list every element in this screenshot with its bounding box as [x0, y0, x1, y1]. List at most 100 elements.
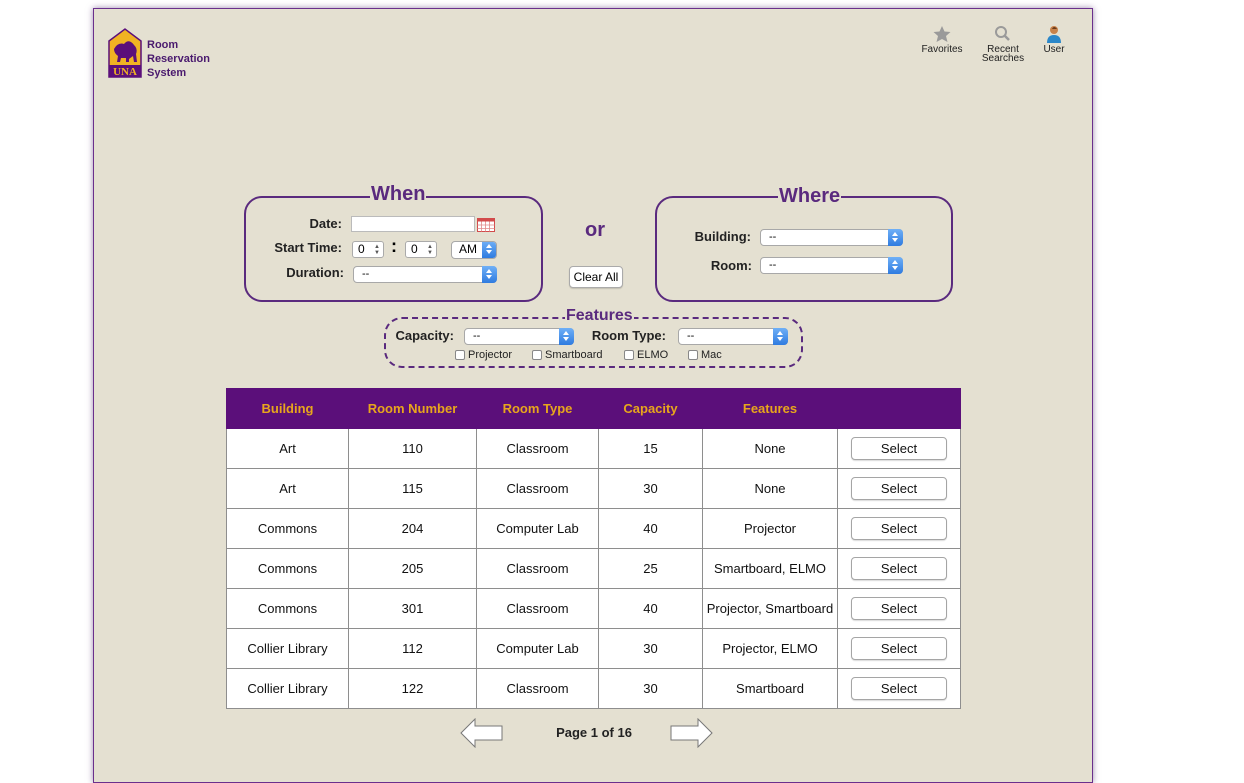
cell-room-type: Classroom	[476, 668, 599, 709]
cell-room-number: 122	[348, 668, 477, 709]
checkbox-box[interactable]	[688, 350, 698, 360]
clear-all-button[interactable]: Clear All	[569, 266, 623, 288]
select-button[interactable]: Select	[851, 437, 947, 460]
cell-building: Commons	[226, 588, 349, 629]
cell-capacity: 15	[598, 428, 703, 469]
app-title-line-2: Reservation	[147, 53, 210, 65]
cell-room-number: 301	[348, 588, 477, 629]
cell-room-number: 204	[348, 508, 477, 549]
cell-building: Art	[226, 428, 349, 469]
select-arrows-icon	[888, 257, 903, 274]
room-type-value: --	[687, 330, 695, 342]
cell-building: Collier Library	[226, 668, 349, 709]
cell-features: Projector, ELMO	[702, 628, 838, 669]
recent-searches-link[interactable]: Recent Searches	[978, 25, 1028, 64]
select-button[interactable]: Select	[851, 517, 947, 540]
select-button[interactable]: Select	[851, 597, 947, 620]
capacity-value: --	[473, 330, 481, 342]
cell-features: Smartboard	[702, 668, 838, 709]
building-select[interactable]: --	[760, 229, 903, 246]
results-table: Building Room Number Room Type Capacity …	[226, 388, 961, 709]
user-label: User	[1043, 44, 1065, 55]
stepper-arrows-icon: ▲ ▼	[427, 244, 433, 256]
cell-action: Select	[837, 428, 961, 469]
cell-room-type: Computer Lab	[476, 508, 599, 549]
table-header-row: Building Room Number Room Type Capacity …	[226, 388, 961, 429]
stepper-arrows-icon: ▲ ▼	[374, 244, 380, 256]
cell-capacity: 30	[598, 668, 703, 709]
cell-capacity: 25	[598, 548, 703, 589]
cell-room-number: 112	[348, 628, 477, 669]
time-separator: :	[391, 236, 397, 256]
cell-capacity: 30	[598, 468, 703, 509]
elmo-label: ELMO	[637, 349, 669, 361]
cell-building: Commons	[226, 508, 349, 549]
or-label: or	[585, 219, 605, 241]
duration-select[interactable]: --	[353, 266, 497, 283]
cell-action: Select	[837, 548, 961, 589]
cell-features: None	[702, 468, 838, 509]
select-button[interactable]: Select	[851, 557, 947, 580]
cell-features: None	[702, 428, 838, 469]
room-select[interactable]: --	[760, 257, 903, 274]
table-row: Art 115 Classroom 30 None Select	[226, 468, 961, 509]
cell-capacity: 40	[598, 508, 703, 549]
checkbox-box[interactable]	[624, 350, 634, 360]
checkbox-box[interactable]	[532, 350, 542, 360]
table-row: Collier Library 122 Classroom 30 Smartbo…	[226, 668, 961, 709]
mac-label: Mac	[701, 349, 722, 361]
una-logo: UNA	[107, 27, 143, 79]
table-row: Collier Library 112 Computer Lab 30 Proj…	[226, 628, 961, 669]
features-legend: Features	[565, 307, 634, 325]
favorites-label: Favorites	[921, 44, 963, 55]
cell-features: Projector	[702, 508, 838, 549]
minute-value: 0	[411, 242, 418, 256]
capacity-select[interactable]: --	[464, 328, 574, 345]
select-button[interactable]: Select	[851, 677, 947, 700]
cell-room-type: Classroom	[476, 468, 599, 509]
cell-action: Select	[837, 588, 961, 629]
elmo-checkbox[interactable]: ELMO	[624, 349, 668, 362]
building-label: Building:	[694, 229, 751, 244]
magnifier-icon	[995, 26, 1010, 41]
recent-label-line-2: Searches	[981, 53, 1025, 64]
select-arrows-icon	[482, 242, 496, 258]
smartboard-checkbox[interactable]: Smartboard	[532, 349, 602, 362]
date-input[interactable]	[351, 216, 475, 232]
cell-features: Smartboard, ELMO	[702, 548, 838, 589]
duration-value: --	[362, 268, 370, 280]
duration-label: Duration:	[286, 265, 344, 280]
column-header-features: Features	[702, 388, 838, 429]
cell-room-number: 110	[348, 428, 477, 469]
hour-stepper[interactable]: 0 ▲ ▼	[352, 241, 384, 258]
ampm-select[interactable]: AM	[451, 241, 497, 259]
projector-checkbox[interactable]: Projector	[455, 349, 512, 362]
column-header-building: Building	[226, 388, 349, 429]
app-title-line-3: System	[147, 67, 187, 79]
cell-room-type: Computer Lab	[476, 628, 599, 669]
cell-action: Select	[837, 508, 961, 549]
select-button[interactable]: Select	[851, 477, 947, 500]
column-header-action	[837, 388, 961, 429]
cell-room-type: Classroom	[476, 428, 599, 469]
table-row: Commons 301 Classroom 40 Projector, Smar…	[226, 588, 961, 629]
app-title-line-1: Room	[147, 39, 179, 51]
checkbox-box[interactable]	[455, 350, 465, 360]
cell-room-type: Classroom	[476, 548, 599, 589]
favorites-link[interactable]: Favorites	[918, 25, 966, 55]
minute-stepper[interactable]: 0 ▲ ▼	[405, 241, 437, 258]
select-button[interactable]: Select	[851, 637, 947, 660]
date-label: Date:	[309, 216, 342, 231]
cell-room-number: 205	[348, 548, 477, 589]
select-arrows-icon	[773, 328, 788, 345]
building-value: --	[769, 231, 777, 243]
room-type-select[interactable]: --	[678, 328, 788, 345]
select-arrows-icon	[888, 229, 903, 246]
mac-checkbox[interactable]: Mac	[688, 349, 722, 362]
user-link[interactable]: User	[1036, 25, 1072, 55]
when-legend: When	[370, 183, 427, 205]
calendar-icon[interactable]	[477, 217, 495, 237]
next-page-arrow-icon[interactable]	[669, 717, 713, 753]
column-header-capacity: Capacity	[598, 388, 703, 429]
cell-capacity: 30	[598, 628, 703, 669]
